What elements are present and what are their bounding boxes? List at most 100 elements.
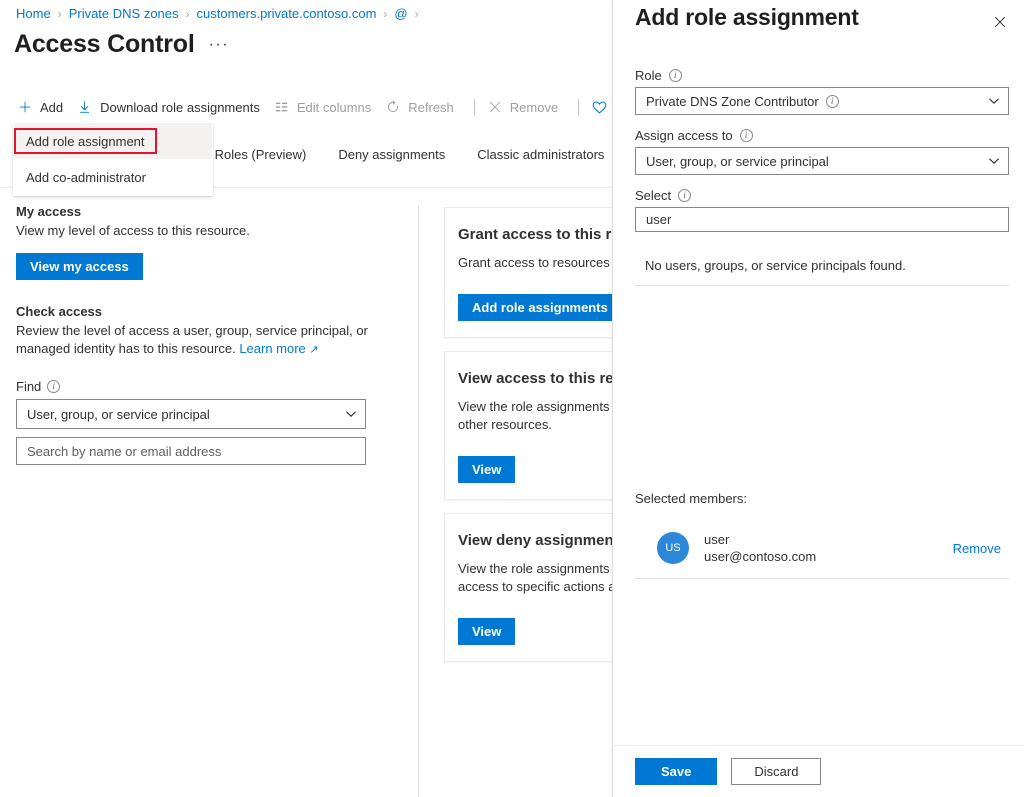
breadcrumb-separator-icon: › (383, 7, 387, 21)
command-bar-divider (578, 99, 579, 116)
card-view-deny-assignments-title: View deny assignmen (458, 532, 612, 549)
role-label: Role (635, 68, 662, 83)
assign-access-to-label-row: Assign access to i (635, 128, 1009, 143)
check-access-search-input[interactable]: Search by name or email address (16, 437, 366, 465)
selected-member-email: user@contoso.com (704, 548, 953, 565)
edit-columns-button[interactable]: Edit columns (271, 92, 382, 122)
card-grant-access-title: Grant access to this re (458, 226, 612, 243)
role-select-value: Private DNS Zone Contributor (646, 94, 819, 109)
command-bar: Add Download role assignments Edit colum… (14, 92, 612, 122)
chevron-down-icon (988, 155, 1000, 167)
column-divider (418, 205, 419, 797)
close-icon[interactable] (986, 8, 1014, 36)
download-icon (77, 99, 93, 115)
selected-member-row: us user user@contoso.com Remove (635, 526, 1009, 570)
learn-more-link[interactable]: Learn more (239, 341, 305, 356)
add-button[interactable]: Add (14, 92, 74, 122)
page-title: Access Control (14, 32, 195, 57)
assign-access-to-select[interactable]: User, group, or service principal (635, 147, 1009, 175)
check-access-description: Review the level of access a user, group… (16, 322, 386, 359)
chevron-down-icon (345, 408, 357, 420)
info-icon[interactable]: i (669, 69, 682, 82)
info-icon[interactable]: i (826, 95, 839, 108)
select-label-row: Select i (635, 188, 1009, 203)
view-deny-assignments-button[interactable]: View (458, 618, 515, 645)
tab-deny-assignments[interactable]: Deny assignments (338, 146, 461, 164)
breadcrumb-item-record[interactable]: @ (394, 6, 407, 21)
breadcrumb-item-zone[interactable]: customers.private.contoso.com (197, 6, 377, 21)
card-view-deny-assignments: View deny assignmen View the role assign… (444, 513, 612, 662)
view-my-access-button[interactable]: View my access (16, 253, 143, 280)
page-more-menu-icon[interactable]: ··· (209, 36, 229, 57)
selected-member-info: user user@contoso.com (704, 532, 953, 565)
assign-access-to-value: User, group, or service principal (646, 154, 829, 169)
my-access-title: My access (16, 204, 386, 219)
find-select[interactable]: User, group, or service principal (16, 399, 366, 429)
find-label: Find (16, 379, 41, 394)
menu-item-add-role-assignment[interactable]: Add role assignment (14, 123, 212, 159)
role-label-row: Role i (635, 68, 1009, 83)
breadcrumb-item-home[interactable]: Home (16, 6, 51, 21)
add-role-assignments-button[interactable]: Add role assignments (458, 294, 612, 321)
select-search-value: user (646, 212, 671, 227)
close-x-icon (487, 99, 503, 115)
card-view-access: View access to this re View the role ass… (444, 351, 612, 500)
chevron-down-icon (988, 95, 1000, 107)
panel-body: Role i Private DNS Zone Contributor i As… (635, 68, 1009, 286)
page-title-row: Access Control ··· (14, 32, 229, 57)
left-column: My access View my level of access to thi… (16, 204, 386, 465)
remove-button[interactable]: Remove (484, 92, 569, 122)
menu-item-add-co-administrator[interactable]: Add co-administrator (14, 159, 212, 195)
refresh-button[interactable]: Refresh (382, 92, 465, 122)
info-icon[interactable]: i (47, 380, 60, 393)
role-select-value-group: Private DNS Zone Contributor i (646, 94, 839, 109)
selected-member-name: user (704, 532, 953, 548)
panel-footer: Save Discard (613, 745, 1024, 797)
command-bar-divider (474, 99, 475, 116)
selected-member-divider (635, 578, 1009, 579)
results-divider (635, 285, 1009, 286)
view-access-button[interactable]: View (458, 456, 515, 483)
save-button[interactable]: Save (635, 758, 717, 785)
card-grant-access: Grant access to this re Grant access to … (444, 207, 612, 338)
add-dropdown-menu: Add role assignment Add co-administrator (13, 122, 213, 196)
tab-classic-administrators[interactable]: Classic administrators (477, 146, 612, 164)
info-icon[interactable]: i (740, 129, 753, 142)
edit-columns-label: Edit columns (297, 100, 371, 115)
role-select[interactable]: Private DNS Zone Contributor i (635, 87, 1009, 115)
check-access-title: Check access (16, 304, 386, 319)
breadcrumb-separator-icon: › (58, 7, 62, 21)
cards-column: Grant access to this re Grant access to … (444, 207, 612, 675)
card-grant-access-description: Grant access to resources b (458, 254, 612, 272)
discard-button[interactable]: Discard (731, 758, 821, 785)
remove-label: Remove (510, 100, 558, 115)
select-label: Select (635, 188, 671, 203)
assign-access-to-label: Assign access to (635, 128, 733, 143)
card-view-access-description: View the role assignments other resource… (458, 398, 612, 434)
external-link-icon: ↗ (309, 344, 318, 356)
no-results-message: No users, groups, or service principals … (635, 258, 1009, 273)
avatar: us (657, 532, 689, 564)
my-access-description: View my level of access to this resource… (16, 222, 386, 240)
main-content-area: Home › Private DNS zones › customers.pri… (0, 0, 612, 797)
refresh-label: Refresh (408, 100, 454, 115)
refresh-icon (385, 99, 401, 115)
plus-icon (17, 99, 33, 115)
feedback-button[interactable] (588, 92, 612, 122)
add-role-assignment-panel: Add role assignment Role i Private DNS Z… (612, 0, 1024, 797)
add-button-label: Add (40, 100, 63, 115)
breadcrumb-separator-icon: › (186, 7, 190, 21)
edit-columns-icon (274, 99, 290, 115)
heart-icon (591, 99, 607, 115)
remove-member-link[interactable]: Remove (953, 541, 1001, 556)
breadcrumb-item-private-dns-zones[interactable]: Private DNS zones (69, 6, 179, 21)
breadcrumb-separator-icon: › (415, 7, 419, 21)
card-view-deny-assignments-description: View the role assignments access to spec… (458, 560, 612, 596)
download-role-assignments-button[interactable]: Download role assignments (74, 92, 271, 122)
select-search-input[interactable]: user (635, 207, 1009, 232)
selected-members-label: Selected members: (635, 491, 747, 506)
info-icon[interactable]: i (678, 189, 691, 202)
panel-title: Add role assignment (635, 4, 859, 31)
card-view-access-title: View access to this re (458, 370, 612, 387)
tab-roles-preview[interactable]: Roles (Preview) (215, 146, 323, 164)
